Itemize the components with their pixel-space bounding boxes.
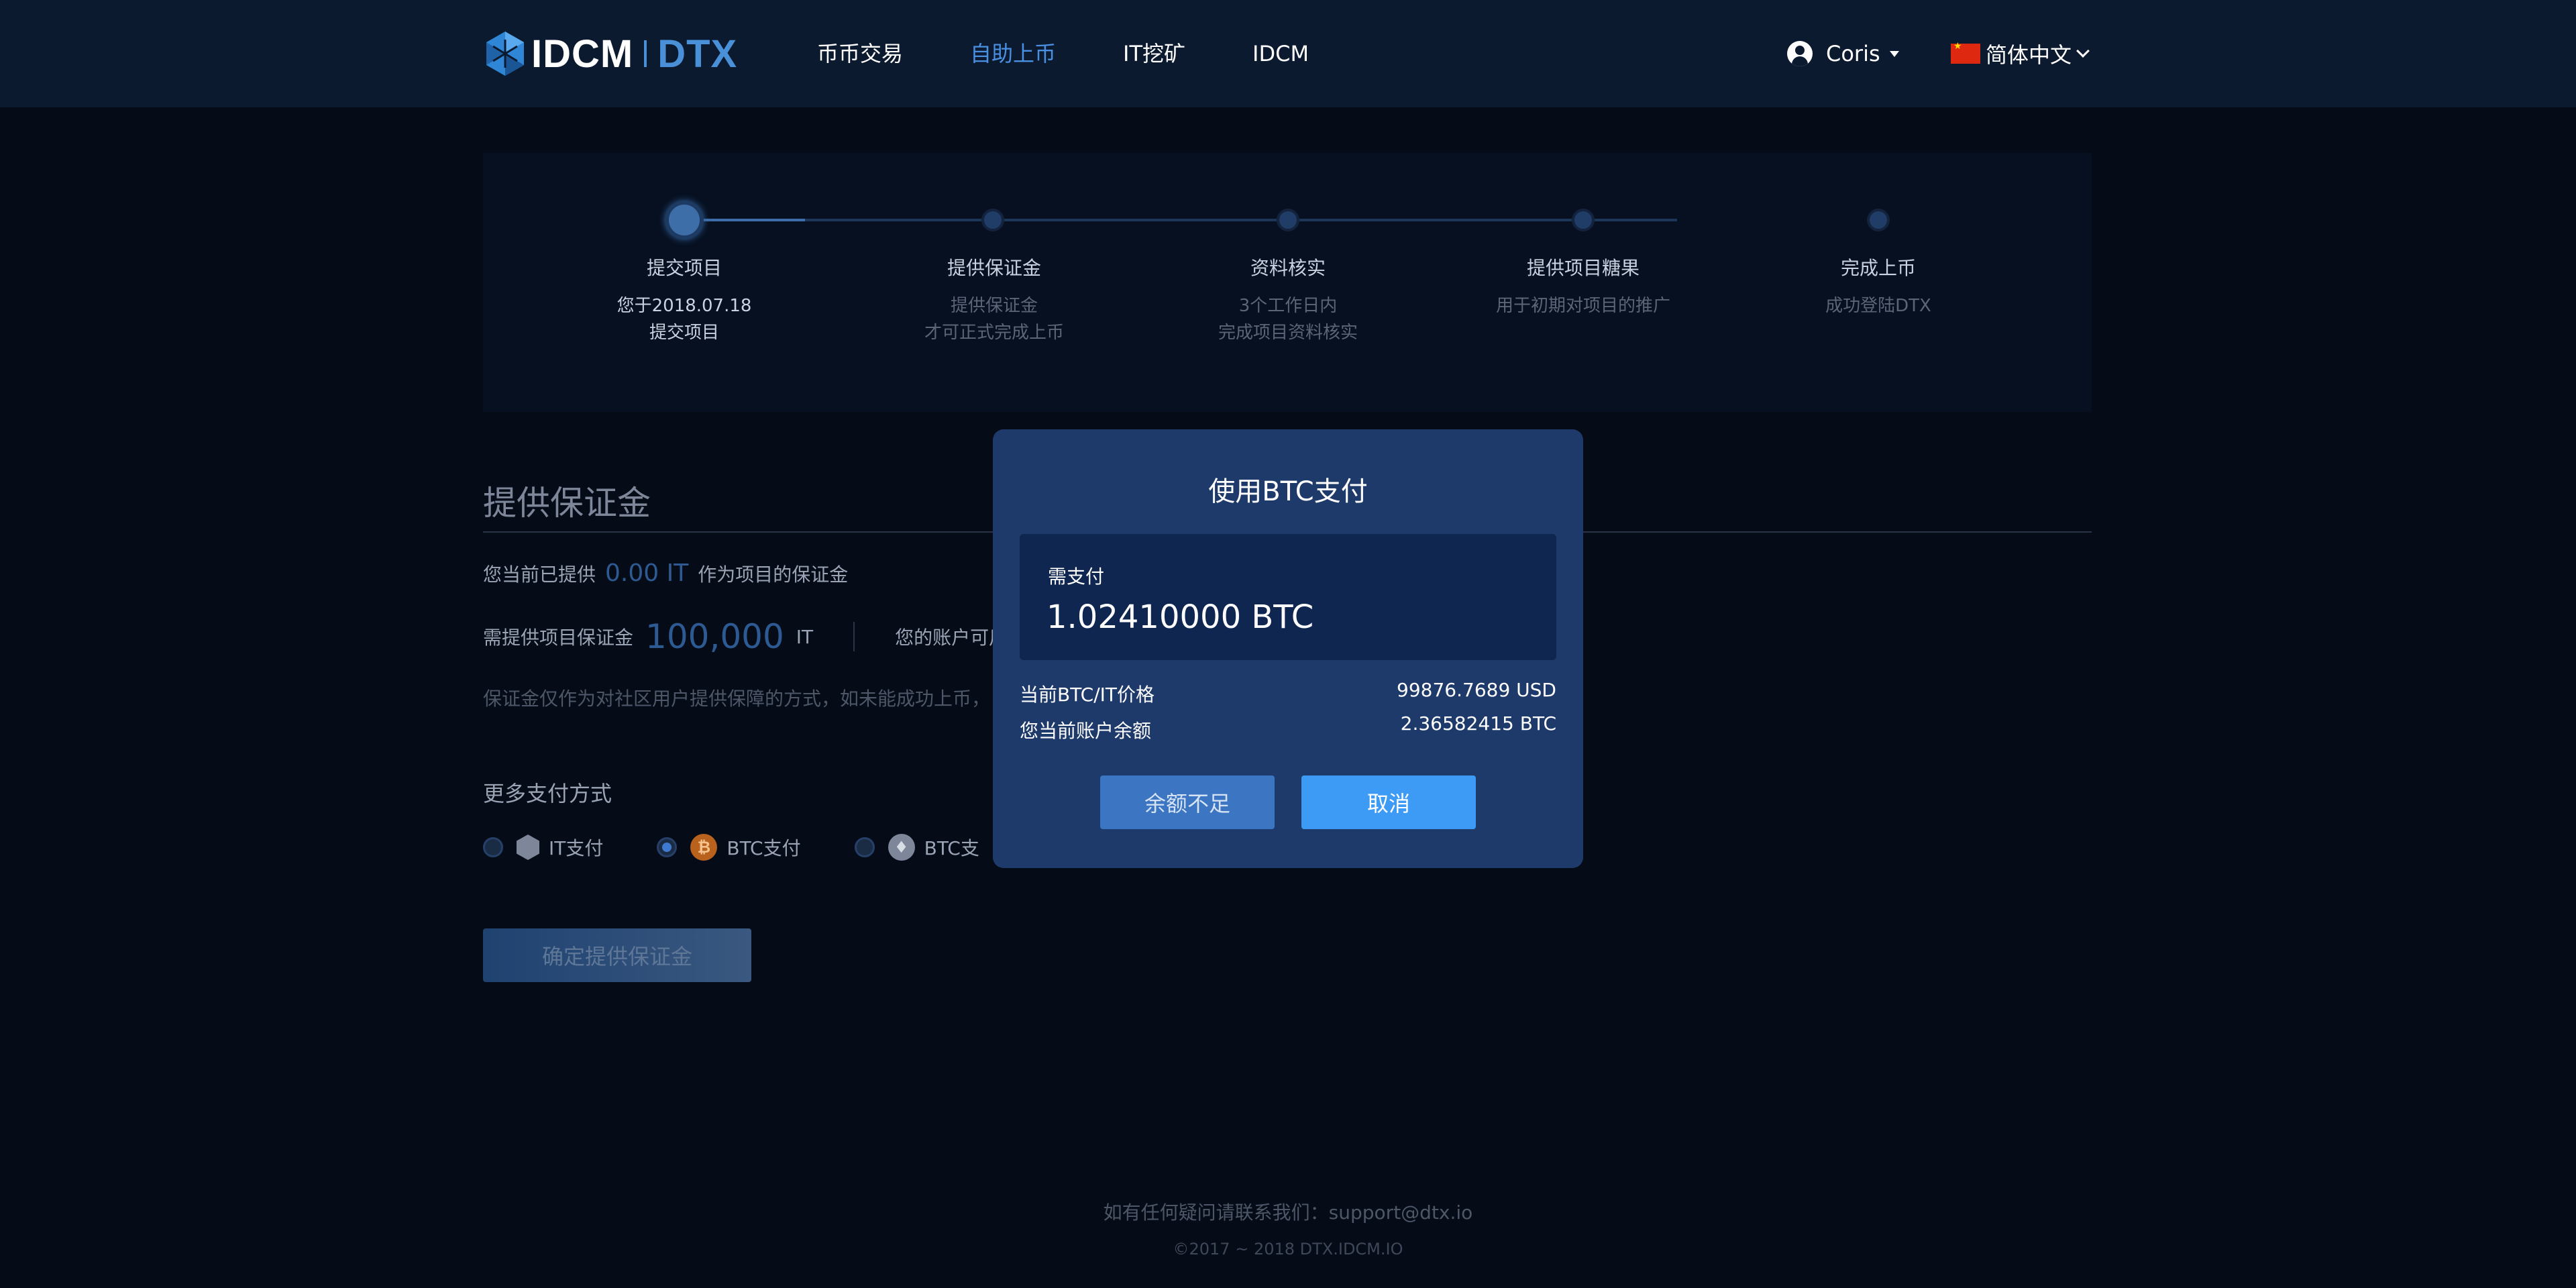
logo-brand-text: IDCM [531,32,634,76]
logo[interactable]: IDCM DTX [484,30,737,78]
step-title: 完成上币 [1840,257,1916,279]
logo-product-text: DTX [657,32,738,76]
payment-radio-eth[interactable] [854,837,875,857]
nav-item-trading[interactable]: 币币交易 [817,38,903,70]
payment-label-eth[interactable]: BTC支 [924,834,979,861]
required-value: 100,000 [645,617,784,656]
cancel-button[interactable]: 取消 [1301,775,1476,829]
payment-methods: IT支付 ₿ BTC支付 ♦ BTC支 [483,832,1033,863]
btc-coin-icon: ₿ [690,834,718,861]
amount-due-box: 需支付 1.02410000 BTC [1020,534,1556,660]
more-payment-title: 更多支付方式 [483,781,612,806]
step-dot [1572,209,1595,231]
balance-label: 您当前账户余额 [1020,720,1152,742]
idcm-logo-icon [486,32,524,76]
caret-down-icon [1889,50,1899,57]
chevron-down-icon [2076,44,2090,58]
balance-value: 2.36582415 BTC [1400,712,1556,735]
step-dot [981,209,1004,231]
step-desc: 成功登陆DTX [1825,296,1931,316]
user-name: Coris [1826,41,1880,66]
it-coin-icon [517,835,539,860]
footer-contact: 如有任何疑问请联系我们：support@dtx.io [1103,1201,1473,1224]
step-dot-active [665,201,704,239]
section-title: 提供保证金 [483,484,651,523]
main-nav: 币币交易 自助上币 IT挖矿 IDCM [817,38,1376,70]
step-dot [1867,209,1890,231]
btc-payment-modal: 使用BTC支付 需支付 1.02410000 BTC 当前BTC/IT价格 99… [993,429,1583,868]
nav-item-it-mining[interactable]: IT挖矿 [1123,38,1185,70]
eth-coin-icon: ♦ [888,834,915,861]
step-title: 提交项目 [646,257,722,279]
payment-radio-it[interactable] [483,837,503,857]
user-icon [1787,41,1813,66]
step-title: 提供项目糖果 [1526,257,1640,279]
deposit-provided-row: 您当前已提供 0.00 IT 作为项目的保证金 [483,559,848,587]
nav-item-self-listing[interactable]: 自助上币 [970,38,1056,70]
step-title: 提供保证金 [947,257,1041,279]
provided-prefix: 您当前已提供 [483,564,596,586]
required-unit: IT [796,625,814,648]
cn-flag-icon [1951,41,1980,64]
amount-due-label: 需支付 [1048,566,1105,588]
deposit-required-row: 需提供项目保证金 100,000 IT 您的账户可用： [483,617,1026,656]
step-desc: 您于2018.07.18 [616,296,752,316]
step-desc: 完成项目资料核实 [1218,323,1358,343]
amount-due-value: 1.02410000 BTC [1046,598,1314,636]
step-desc: 提交项目 [649,323,719,343]
language-label: 简体中文 [1986,42,2072,68]
required-label: 需提供项目保证金 [483,627,634,649]
price-label: 当前BTC/IT价格 [1020,684,1155,706]
deposit-note: 保证金仅作为对社区用户提供保障的方式，如未能成功上币， [483,688,991,710]
user-menu[interactable]: Coris [1787,38,1899,70]
top-navbar: IDCM DTX 币币交易 自助上币 IT挖矿 IDCM Coris 简体中文 [0,0,2576,107]
step-desc: 才可正式完成上币 [924,323,1064,343]
listing-progress-steps: 提交项目 您于2018.07.18 提交项目 提供保证金 提供保证金 才可正式完… [483,153,2092,412]
payment-label-btc[interactable]: BTC支付 [727,834,800,861]
progress-track [805,219,1677,221]
payment-radio-btc[interactable] [657,837,678,857]
modal-title: 使用BTC支付 [1208,476,1368,507]
footer-copyright: ©2017 ~ 2018 DTX.IDCM.IO [1173,1240,1403,1258]
step-dot [1277,209,1299,231]
confirm-deposit-button[interactable]: 确定提供保证金 [483,928,751,982]
language-selector[interactable]: 简体中文 [1951,38,2090,70]
insufficient-balance-button[interactable]: 余额不足 [1100,775,1275,829]
row-divider [853,622,855,651]
logo-divider [644,40,647,67]
price-value: 99876.7689 USD [1397,679,1556,701]
step-desc: 用于初期对项目的推广 [1495,296,1670,316]
step-desc: 提供保证金 [950,296,1038,316]
provided-suffix: 作为项目的保证金 [698,564,849,586]
provided-value: 0.00 IT [605,559,689,587]
step-desc: 3个工作日内 [1238,296,1338,316]
payment-label-it[interactable]: IT支付 [549,834,603,861]
step-title: 资料核实 [1250,257,1326,279]
nav-item-idcm[interactable]: IDCM [1252,38,1309,70]
